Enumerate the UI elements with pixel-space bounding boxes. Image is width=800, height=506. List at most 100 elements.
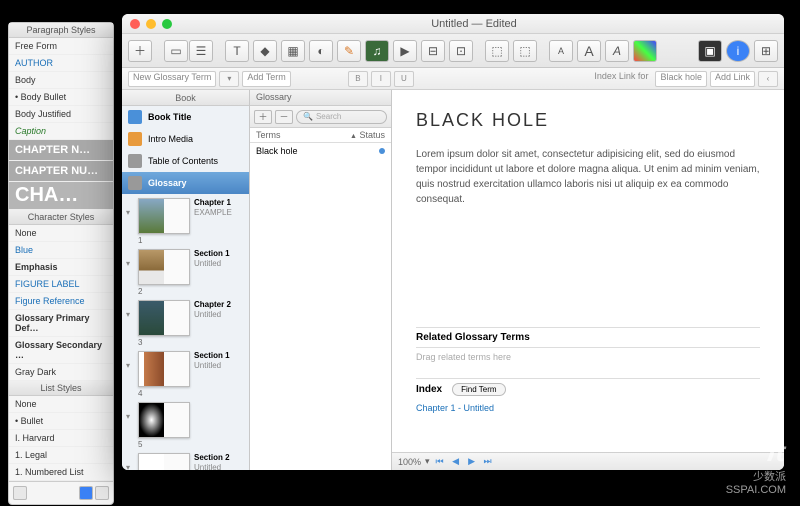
thumbnail-row[interactable]: ▾ Chapter 2Untitled [126,300,245,336]
outline-button[interactable]: ☰ [189,40,213,62]
widgets-button[interactable]: ✎ [337,40,361,62]
style-item[interactable]: Body Justified [9,106,113,123]
term-title[interactable]: BLACK HOLE [416,110,760,131]
format-arrow-button[interactable]: ‹ [758,71,778,87]
chevron-down-icon[interactable]: ▾ [126,402,134,421]
close-icon[interactable] [130,19,140,29]
back-button[interactable]: ⬚ [513,40,537,62]
page-thumbnail[interactable] [138,453,190,470]
last-page-button[interactable]: ⏭ [482,456,494,468]
chapter-link[interactable]: Chapter 1 - Untitled [416,400,760,416]
minimize-icon[interactable] [146,19,156,29]
book-item[interactable]: Table of Contents [122,150,249,172]
style-item[interactable]: FIGURE LABEL [9,276,113,293]
fonts-button[interactable]: A [605,40,629,62]
table-button[interactable]: ▦ [281,40,305,62]
style-item[interactable]: None [9,225,113,242]
style-drawer-button[interactable] [95,486,109,500]
remove-term-button[interactable]: － [275,110,293,124]
preview-button[interactable]: ▶ [393,40,417,62]
style-item[interactable]: CHA… [9,182,113,210]
font-small-button[interactable]: A [549,40,573,62]
style-item[interactable]: Free Form [9,38,113,55]
add-page-button[interactable]: ＋ [128,40,152,62]
style-item[interactable]: Emphasis [9,259,113,276]
thumbnail-row[interactable]: ▾ [126,402,245,438]
style-item[interactable]: CHAPTER N… [9,140,113,161]
chevron-down-icon[interactable]: ▾ [126,198,134,217]
add-term-button[interactable]: Add Term [242,71,290,87]
style-item[interactable]: I. Harvard [9,430,113,447]
page-thumbnail[interactable] [138,402,190,438]
page-thumbnail[interactable] [138,351,190,387]
charts-button[interactable]: ◐ [309,40,333,62]
related-terms-placeholder[interactable]: Drag related terms here [416,352,760,362]
page-thumbnail[interactable] [138,198,190,234]
book-item[interactable]: Book Title [122,106,249,128]
add-term-button[interactable]: ＋ [254,110,272,124]
italic-button[interactable]: I [371,71,391,87]
media-button[interactable]: ♫ [365,40,389,62]
page-thumbnail[interactable] [138,300,190,336]
add-style-button[interactable] [13,486,27,500]
index-link-dest[interactable]: Black hole [655,71,707,87]
new-term-select[interactable]: New Glossary Term [128,71,216,87]
thumbnail-row[interactable]: ▾ Section 2Untitled [126,453,245,470]
style-item[interactable]: Glossary Primary Def… [9,310,113,337]
status-col-header[interactable]: ▲ Status [350,130,385,140]
terms-toolbar: ＋ － 🔍 Search [250,106,391,128]
page-thumbnails[interactable]: ▾ Chapter 1EXAMPLE1▾ Section 1Untitled2▾… [122,194,249,470]
font-large-button[interactable]: A [577,40,601,62]
comment-button[interactable]: ⊟ [421,40,445,62]
find-term-button[interactable]: Find Term [452,383,505,396]
style-item[interactable]: Body [9,72,113,89]
term-description[interactable]: Lorem ipsum dolor sit amet, consectetur … [416,147,760,207]
term-row[interactable]: Black hole [250,143,391,159]
view-button[interactable]: ▭ [164,40,188,62]
colors-button[interactable] [633,40,657,62]
info-button[interactable]: i [726,40,750,62]
chevron-down-icon[interactable]: ▾ [126,453,134,470]
detail-body[interactable]: BLACK HOLE Lorem ipsum dolor sit amet, c… [392,90,784,452]
style-item[interactable]: Figure Reference [9,293,113,310]
search-input[interactable]: 🔍 Search [296,110,387,124]
style-item[interactable]: CHAPTER NU… [9,161,113,182]
style-item[interactable]: None [9,396,113,413]
prev-page-button[interactable]: ◀ [450,456,462,468]
bold-button[interactable]: B [348,71,368,87]
style-item[interactable]: Gray Dark [9,364,113,381]
inspector-button[interactable]: ▣ [698,40,722,62]
book-item[interactable]: Glossary [122,172,249,194]
style-item[interactable]: AUTHOR [9,55,113,72]
first-page-button[interactable]: ⏮ [434,456,446,468]
terms-col-header[interactable]: Terms [256,130,350,140]
textbox-button[interactable]: T [225,40,249,62]
thumbnail-row[interactable]: ▾ Section 1Untitled [126,249,245,285]
underline-button[interactable]: U [394,71,414,87]
add-link-button[interactable]: Add Link [710,71,755,87]
html-button[interactable]: ⊡ [449,40,473,62]
format-btn-1[interactable]: ▾ [219,71,239,87]
media-browser-button[interactable]: ⊞ [754,40,778,62]
chevron-down-icon[interactable]: ▾ [126,249,134,268]
thumbnail-row[interactable]: ▾ Chapter 1EXAMPLE [126,198,245,234]
maximize-icon[interactable] [162,19,172,29]
zoom-level[interactable]: 100% [398,457,421,467]
style-item[interactable]: Caption [9,123,113,140]
next-page-button[interactable]: ▶ [466,456,478,468]
style-item[interactable]: 1. Legal [9,447,113,464]
chevron-down-icon[interactable]: ▾ [126,300,134,319]
style-item[interactable]: Blue [9,242,113,259]
style-item[interactable]: 1. Numbered List [9,464,113,481]
page-thumbnail[interactable] [138,249,190,285]
shapes-button[interactable]: ◆ [253,40,277,62]
style-item[interactable]: • Bullet [9,413,113,430]
chevron-down-icon[interactable]: ▾ [126,351,134,370]
style-color-button[interactable] [79,486,93,500]
style-item[interactable]: Glossary Secondary … [9,337,113,364]
front-button[interactable]: ⬚ [485,40,509,62]
book-item[interactable]: Intro Media [122,128,249,150]
style-item[interactable]: • Body Bullet [9,89,113,106]
zoom-dropdown-icon[interactable]: ▾ [425,456,430,467]
thumbnail-row[interactable]: ▾ Section 1Untitled [126,351,245,387]
